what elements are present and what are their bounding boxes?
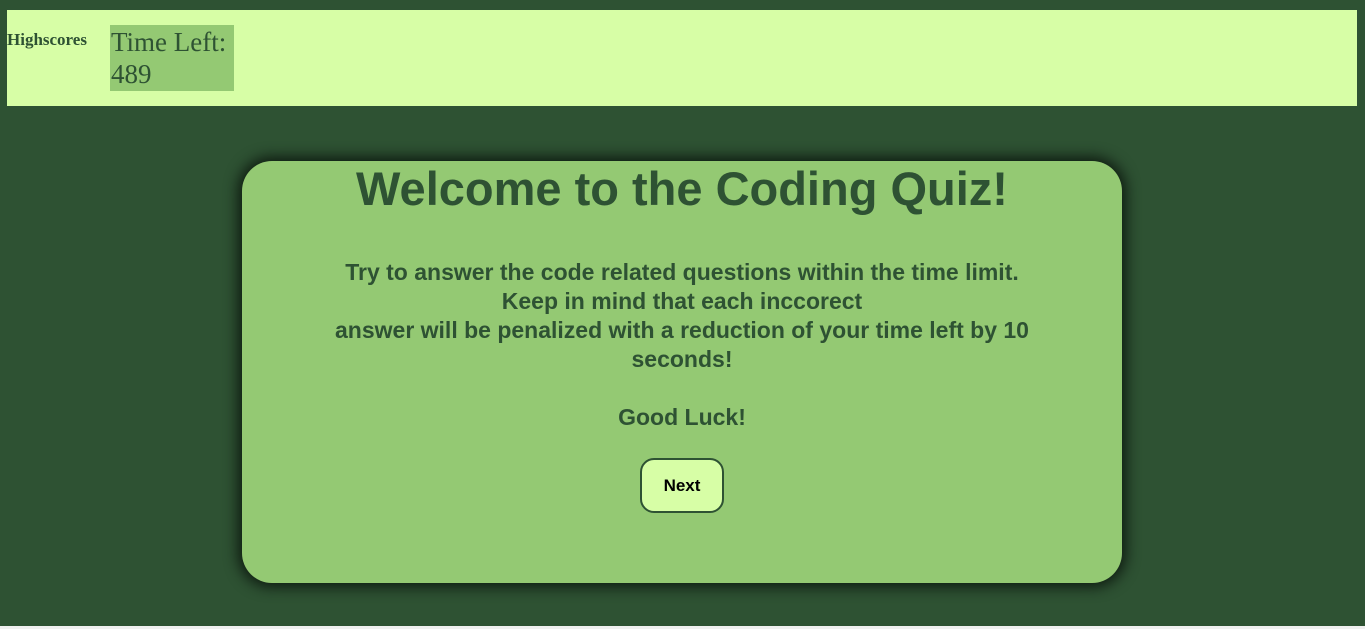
instructions-line-1: Try to answer the code related questions… xyxy=(345,259,1019,285)
timer-value: 489 xyxy=(111,59,152,89)
card-title: Welcome to the Coding Quiz! xyxy=(356,162,1008,215)
card-instructions: Try to answer the code related questions… xyxy=(242,258,1122,374)
header-bar: Highscores Time Left: 489 xyxy=(7,10,1357,106)
timer: Time Left: 489 xyxy=(110,25,234,91)
instructions-line-3: answer will be penalized with a reductio… xyxy=(335,317,1029,372)
timer-label: Time Left: xyxy=(111,27,227,57)
next-button[interactable]: Next xyxy=(640,458,724,513)
quiz-card: Welcome to the Coding Quiz! Try to answe… xyxy=(242,161,1122,583)
highscores-link[interactable]: Highscores xyxy=(7,30,87,50)
good-luck-text: Good Luck! xyxy=(618,404,746,430)
instructions-line-2: Keep in mind that each inccorect xyxy=(501,288,863,314)
